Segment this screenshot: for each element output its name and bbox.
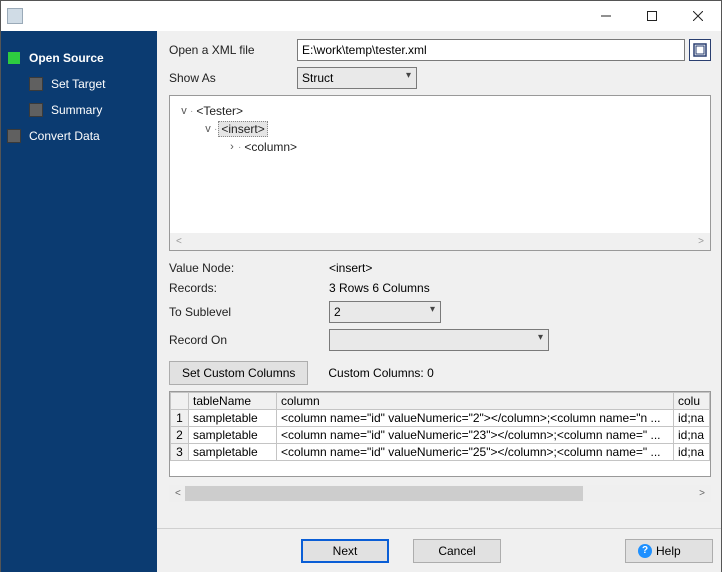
grid-cell-column[interactable]: <column name="id" valueNumeric="2"></col… [277,410,674,427]
grid-cell-rownum: 2 [171,427,189,444]
grid-header-column[interactable]: column [277,393,674,410]
to-sublevel-label: To Sublevel [169,305,329,319]
step-marker-icon [7,129,21,143]
browse-file-button[interactable] [689,39,711,61]
grid-cell-colu[interactable]: id;na [674,427,710,444]
tree-node[interactable]: v · <Tester> [178,102,702,120]
scrollbar-thumb[interactable] [185,486,583,501]
step-marker-icon [7,51,21,65]
next-button[interactable]: Next [301,539,389,563]
help-button-label: Help [656,544,681,558]
tree-node[interactable]: v · <insert> [178,120,702,138]
open-file-input[interactable] [297,39,685,61]
preview-grid: tableName column colu 1 sampletable <col… [169,391,711,477]
sidebar-item-summary[interactable]: Summary [1,97,157,123]
show-as-select[interactable] [297,67,417,89]
open-file-label: Open a XML file [169,43,297,57]
scroll-left-icon[interactable]: < [171,488,185,499]
close-button[interactable] [675,1,721,31]
cancel-button[interactable]: Cancel [413,539,501,563]
wizard-sidebar: Open Source Set Target Summary Convert D… [1,31,157,572]
wizard-button-bar: Next Cancel ? Help [157,528,721,572]
help-button[interactable]: ? Help [625,539,713,563]
sidebar-item-set-target[interactable]: Set Target [1,71,157,97]
app-icon [7,8,23,24]
tree-twisty-icon[interactable]: v [178,105,190,117]
table-row[interactable]: 1 sampletable <column name="id" valueNum… [171,410,710,427]
sidebar-item-label: Convert Data [29,129,100,143]
value-node-label: Value Node: [169,261,329,275]
scroll-right-icon[interactable]: > [694,236,708,247]
step-marker-icon [29,103,43,117]
tree-node-label: <insert> [218,121,267,137]
scroll-right-icon[interactable]: > [695,488,709,499]
grid-header-tablename[interactable]: tableName [189,393,277,410]
titlebar [1,1,721,31]
show-as-label: Show As [169,71,297,85]
sidebar-item-label: Set Target [51,77,105,91]
grid-header-rownum[interactable] [171,393,189,410]
to-sublevel-select[interactable] [329,301,441,323]
tree-node-label: <column> [242,140,299,154]
main-panel: Open a XML file Show As v · <Tester> v · [157,31,721,572]
record-on-label: Record On [169,333,329,347]
record-on-select[interactable] [329,329,549,351]
grid-horizontal-scrollbar[interactable]: < > [169,485,711,502]
grid-cell-tablename[interactable]: sampletable [189,410,277,427]
grid-cell-colu[interactable]: id;na [674,410,710,427]
grid-header-colu[interactable]: colu [674,393,710,410]
value-node-value: <insert> [329,261,372,275]
sidebar-item-label: Open Source [29,51,104,65]
records-label: Records: [169,281,329,295]
set-custom-columns-button[interactable]: Set Custom Columns [169,361,308,385]
scroll-left-icon[interactable]: < [172,236,186,247]
sidebar-item-label: Summary [51,103,102,117]
grid-cell-column[interactable]: <column name="id" valueNumeric="25"></co… [277,444,674,461]
tree-node-label: <Tester> [194,104,245,118]
records-value: 3 Rows 6 Columns [329,281,430,295]
table-row[interactable]: 2 sampletable <column name="id" valueNum… [171,427,710,444]
xml-tree-panel: v · <Tester> v · <insert> › · <column> <… [169,95,711,251]
step-marker-icon [29,77,43,91]
grid-cell-rownum: 3 [171,444,189,461]
maximize-button[interactable] [629,1,675,31]
tree-horizontal-scrollbar[interactable]: < > [170,233,710,250]
tree-twisty-icon[interactable]: v [202,123,214,135]
table-row[interactable]: 3 sampletable <column name="id" valueNum… [171,444,710,461]
grid-cell-tablename[interactable]: sampletable [189,427,277,444]
help-icon: ? [638,544,652,558]
sidebar-item-open-source[interactable]: Open Source [1,45,157,71]
grid-cell-colu[interactable]: id;na [674,444,710,461]
custom-columns-label: Custom Columns: 0 [328,366,433,380]
grid-cell-column[interactable]: <column name="id" valueNumeric="23"></co… [277,427,674,444]
tree-node[interactable]: › · <column> [178,138,702,156]
tree-twisty-icon[interactable]: › [226,141,238,153]
minimize-button[interactable] [583,1,629,31]
grid-cell-rownum: 1 [171,410,189,427]
grid-cell-tablename[interactable]: sampletable [189,444,277,461]
sidebar-item-convert-data[interactable]: Convert Data [1,123,157,149]
